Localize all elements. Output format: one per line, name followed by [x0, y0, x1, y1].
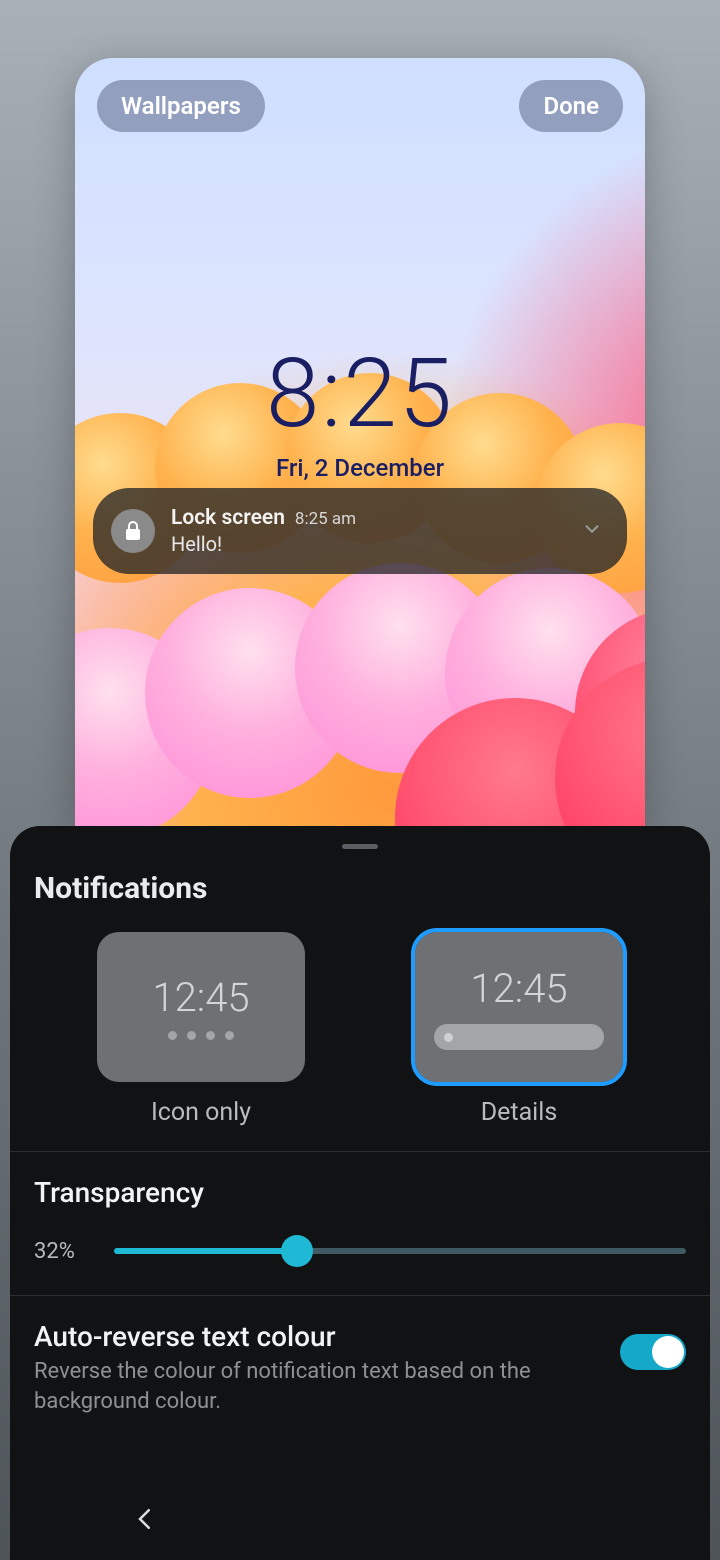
clock-time: 8:25: [75, 338, 645, 450]
notification-style-options: 12:45 Icon only 12:45 Details: [34, 932, 686, 1127]
divider: [10, 1151, 710, 1152]
drag-handle[interactable]: [342, 844, 378, 849]
option-preview-time: 12:45: [152, 974, 249, 1021]
notification-card[interactable]: Lock screen 8:25 am Hello!: [93, 488, 627, 574]
option-label: Details: [415, 1098, 623, 1127]
lockscreen-clock[interactable]: 8:25 Fri, 2 December: [75, 338, 645, 482]
option-preview-time: 12:45: [470, 965, 567, 1012]
done-button[interactable]: Done: [519, 80, 623, 132]
transparency-title: Transparency: [34, 1176, 686, 1209]
clock-date: Fri, 2 December: [75, 454, 645, 482]
nav-bar: [10, 1478, 710, 1560]
auto-reverse-toggle[interactable]: [620, 1334, 686, 1370]
transparency-value: 32%: [34, 1239, 94, 1264]
lockscreen-preview: Wallpapers Done 8:25 Fri, 2 December Loc…: [75, 58, 645, 828]
option-preview-dots: [168, 1031, 234, 1040]
notification-time: 8:25 am: [295, 509, 356, 529]
notification-body: Hello!: [171, 532, 565, 556]
lock-icon: [111, 509, 155, 553]
auto-reverse-title: Auto-reverse text colour: [34, 1320, 600, 1353]
option-label: Icon only: [97, 1098, 305, 1127]
option-preview-bar: [434, 1024, 604, 1050]
auto-reverse-description: Reverse the colour of notification text …: [34, 1357, 600, 1416]
transparency-section: Transparency 32%: [34, 1176, 686, 1271]
option-icon-only[interactable]: 12:45 Icon only: [97, 932, 305, 1127]
transparency-slider[interactable]: [114, 1231, 686, 1271]
divider: [10, 1295, 710, 1296]
back-button[interactable]: [130, 1504, 160, 1534]
wallpapers-button[interactable]: Wallpapers: [97, 80, 265, 132]
option-details[interactable]: 12:45 Details: [415, 932, 623, 1127]
auto-reverse-section: Auto-reverse text colour Reverse the col…: [34, 1320, 686, 1416]
notifications-panel: Notifications 12:45 Icon only 12:45 Deta…: [10, 826, 710, 1560]
chevron-down-icon[interactable]: [581, 518, 603, 544]
notification-app-name: Lock screen: [171, 506, 285, 530]
panel-title: Notifications: [34, 871, 686, 906]
